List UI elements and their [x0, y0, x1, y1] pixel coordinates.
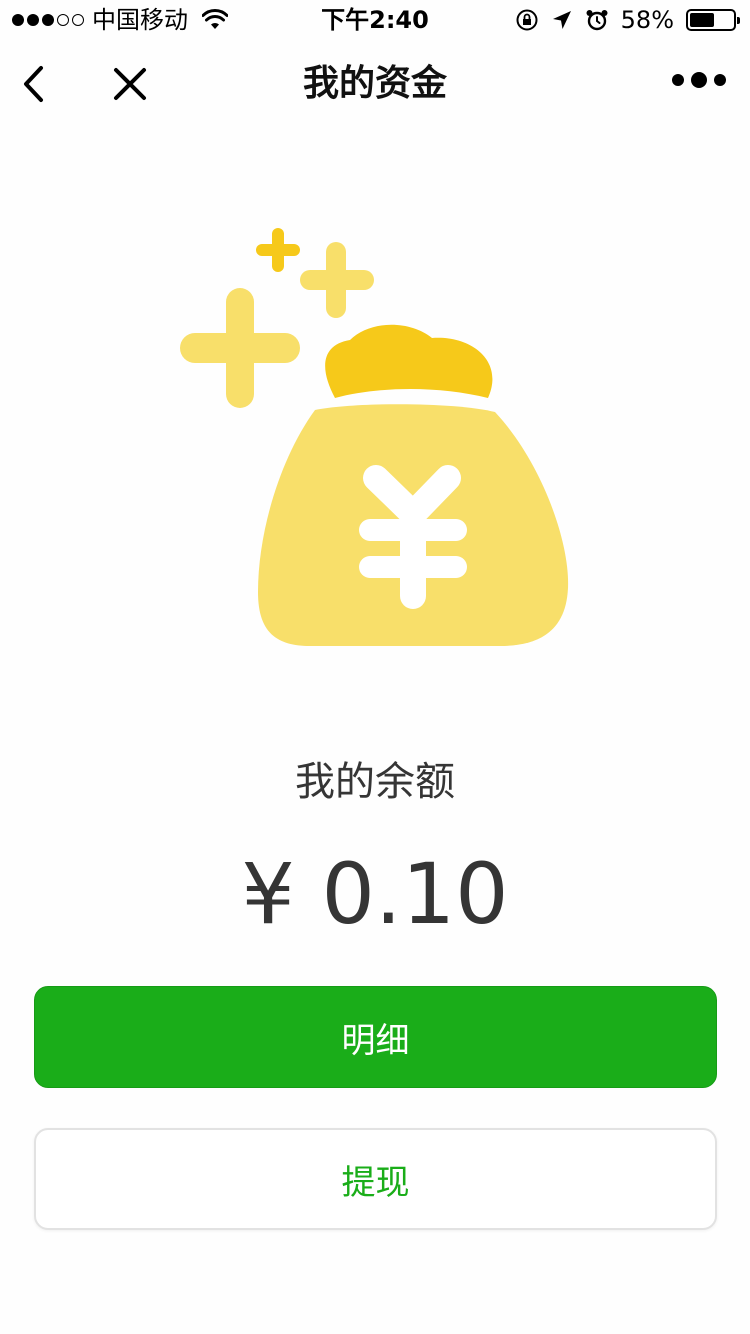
rotation-lock-icon — [516, 9, 538, 31]
battery-cap — [737, 17, 740, 24]
withdraw-button-label: 提现 — [341, 1162, 410, 1203]
more-dot — [672, 74, 684, 86]
sparkle-large-icon — [180, 288, 300, 408]
balance-label: 我的余额 — [295, 759, 455, 805]
balance-amount: ¥ 0.10 — [241, 845, 509, 943]
sparkle-medium-icon — [300, 242, 374, 318]
bag-knot-icon — [325, 324, 493, 398]
more-dots-icon[interactable] — [672, 72, 726, 88]
alarm-icon — [586, 10, 608, 31]
screen: 中国移动 下午2:40 58% 我的资金 我的余额 ¥ 0.10 明细 提现 — [0, 0, 750, 1334]
money-bag-icon — [180, 228, 569, 646]
withdraw-button[interactable]: 提现 — [34, 1128, 717, 1230]
details-button-label: 明细 — [341, 1020, 410, 1061]
location-arrow-icon — [552, 11, 571, 29]
battery-icon — [686, 9, 740, 31]
details-button[interactable]: 明细 — [34, 986, 717, 1088]
more-dot — [714, 74, 726, 86]
status-bar: 中国移动 下午2:40 58% — [0, 0, 750, 40]
nav-bar: 我的资金 — [0, 40, 750, 128]
battery-level — [690, 13, 715, 27]
status-right: 58% — [515, 4, 740, 36]
page-title: 我的资金 — [302, 63, 447, 104]
more-dot — [691, 72, 707, 88]
battery-percent: 58% — [620, 6, 674, 34]
sparkle-small-icon — [256, 228, 300, 272]
